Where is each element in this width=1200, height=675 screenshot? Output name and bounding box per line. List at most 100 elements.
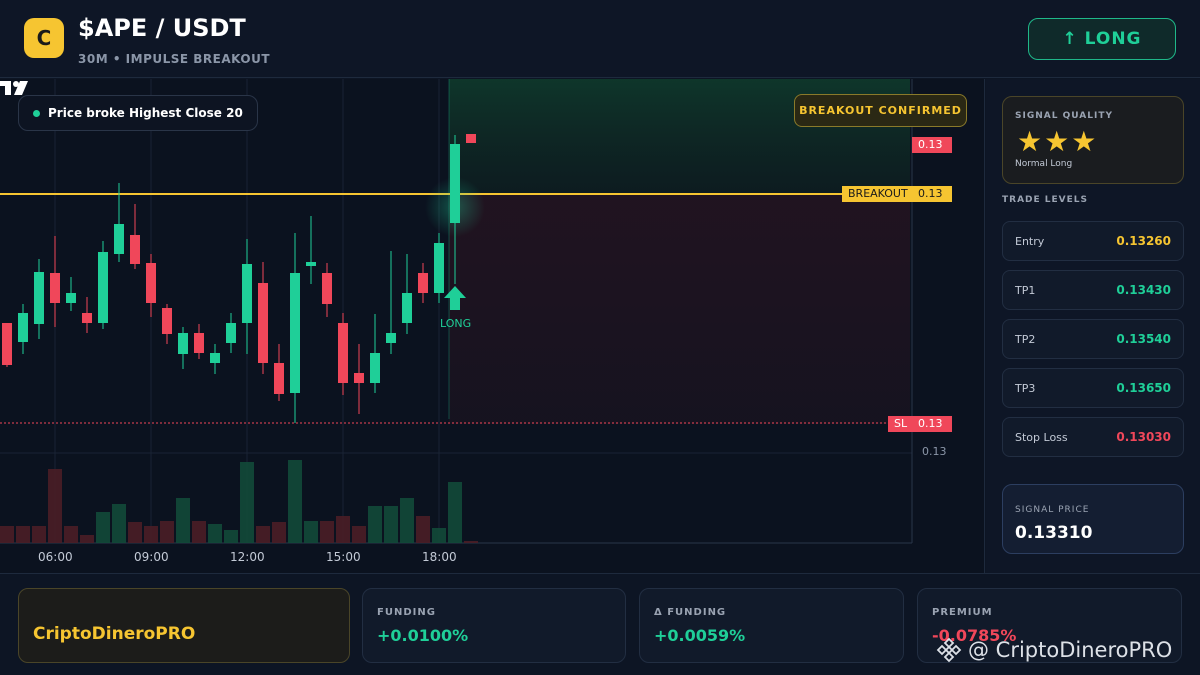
candle-body	[2, 323, 12, 365]
candle-body	[162, 308, 172, 334]
candle-body	[338, 323, 348, 383]
trade-level-label: Entry	[1015, 234, 1045, 248]
candle-body	[306, 262, 316, 266]
delta-funding-label: Δ FUNDING	[654, 607, 727, 618]
candle-body	[66, 293, 76, 303]
trade-level-row: TP1 0.13430	[1002, 270, 1184, 310]
candle-body	[194, 333, 204, 353]
watermark-text: @ CriptoDineroPRO	[968, 638, 1173, 662]
header: C $APE / USDT 30M • IMPULSE BREAKOUT ↑ L…	[0, 0, 1200, 78]
premium-label: PREMIUM	[932, 607, 993, 618]
sl-price-tag: 0.13	[912, 416, 952, 432]
pair-title: $APE / USDT	[78, 14, 246, 42]
trade-level-row: Stop Loss 0.13030	[1002, 417, 1184, 457]
candle-body	[354, 373, 364, 383]
volume-bar	[384, 506, 398, 543]
trade-levels-title: TRADE LEVELS	[1002, 195, 1088, 205]
signal-quality-title: SIGNAL QUALITY	[1015, 111, 1113, 121]
candle-body	[290, 273, 300, 393]
volume-bar	[256, 526, 270, 543]
volume-bar	[80, 535, 94, 543]
volume-bar	[144, 526, 158, 543]
candle-body	[98, 252, 108, 323]
breakout-confirmed-badge: BREAKOUT CONFIRMED	[794, 94, 967, 127]
volume-bar	[64, 526, 78, 543]
volume-bar	[448, 482, 462, 543]
binance-logo-icon	[936, 637, 962, 663]
trade-level-label: TP3	[1015, 381, 1036, 395]
candle-body	[242, 264, 252, 323]
candle-body	[226, 323, 236, 343]
volume-bar	[0, 526, 14, 543]
candle-body	[434, 243, 444, 293]
volume-bar	[288, 460, 302, 543]
price-chart[interactable]: Price broke Highest Close 20 BREAKOUT CO…	[0, 79, 985, 573]
delta-funding-card: Δ FUNDING +0.0059%	[639, 588, 904, 663]
volume-bar	[112, 504, 126, 543]
volume-bar	[32, 526, 46, 543]
app-logo: C	[24, 18, 64, 58]
footer: CriptoDineroPRO FUNDING +0.0100% Δ FUNDI…	[0, 573, 1200, 675]
candle-body	[178, 333, 188, 354]
candle-body	[130, 235, 140, 264]
candlestick-chart	[0, 79, 913, 544]
trade-level-row: TP3 0.13650	[1002, 368, 1184, 408]
time-label: 09:00	[134, 550, 169, 564]
volume-bar	[432, 528, 446, 543]
axis-price-label: 0.13	[922, 445, 947, 458]
volume-bar	[192, 521, 206, 543]
volume-bar	[160, 521, 174, 543]
signal-quality-card: SIGNAL QUALITY ★★★ Normal Long	[1002, 96, 1184, 184]
candle-body	[82, 313, 92, 323]
candle-body	[322, 273, 332, 304]
candle-body	[450, 144, 460, 223]
brand-name: CriptoDineroPRO	[33, 624, 196, 644]
tradingview-logo-icon	[0, 81, 28, 95]
candle-body	[418, 273, 428, 293]
long-direction-button[interactable]: ↑ LONG	[1028, 18, 1176, 60]
time-label: 18:00	[422, 550, 457, 564]
candle-body	[18, 313, 28, 342]
trade-level-value: 0.13430	[1116, 283, 1171, 297]
candle-body	[402, 293, 412, 323]
breakout-label: BREAKOUT	[842, 186, 914, 202]
trade-level-label: TP2	[1015, 332, 1036, 346]
signal-panel: SIGNAL QUALITY ★★★ Normal Long TRADE LEV…	[986, 79, 1200, 573]
volume-bar	[16, 526, 30, 543]
breakout-price-tag: 0.13	[912, 186, 952, 202]
signal-price-value: 0.13310	[1015, 523, 1093, 543]
candle-body	[114, 224, 124, 254]
funding-label: FUNDING	[377, 607, 436, 618]
trade-level-value: 0.13260	[1116, 234, 1171, 248]
volume-bar	[240, 462, 254, 543]
candle-body	[258, 283, 268, 363]
funding-card: FUNDING +0.0100%	[362, 588, 626, 663]
time-label: 15:00	[326, 550, 361, 564]
star-rating-icon: ★★★	[1017, 125, 1099, 158]
price-tag-top: 0.13	[912, 137, 952, 153]
price-note: Price broke Highest Close 20	[18, 95, 258, 131]
candle-body	[50, 273, 60, 303]
trade-level-label: Stop Loss	[1015, 430, 1068, 444]
volume-bar	[128, 522, 142, 543]
pair-subtitle: 30M • IMPULSE BREAKOUT	[78, 52, 271, 66]
candle-body	[370, 353, 380, 383]
watermark: @ CriptoDineroPRO	[936, 637, 1172, 663]
time-label: 12:00	[230, 550, 265, 564]
volume-bar	[176, 498, 190, 543]
volume-bar	[96, 512, 110, 543]
volume-bar	[416, 516, 430, 543]
volume-bar	[400, 498, 414, 543]
candle-body	[466, 134, 476, 143]
status-dot-icon	[33, 109, 40, 117]
volume-bar	[304, 521, 318, 543]
signal-price-card: SIGNAL PRICE 0.13310	[1002, 484, 1184, 554]
trade-level-value: 0.13650	[1116, 381, 1171, 395]
funding-value: +0.0100%	[377, 626, 469, 645]
long-marker-label: LONG	[440, 317, 472, 330]
trade-level-label: TP1	[1015, 283, 1036, 297]
volume-bar	[48, 469, 62, 543]
volume-bar	[368, 506, 382, 543]
candle-body	[34, 272, 44, 324]
signal-quality-subtitle: Normal Long	[1015, 159, 1073, 169]
